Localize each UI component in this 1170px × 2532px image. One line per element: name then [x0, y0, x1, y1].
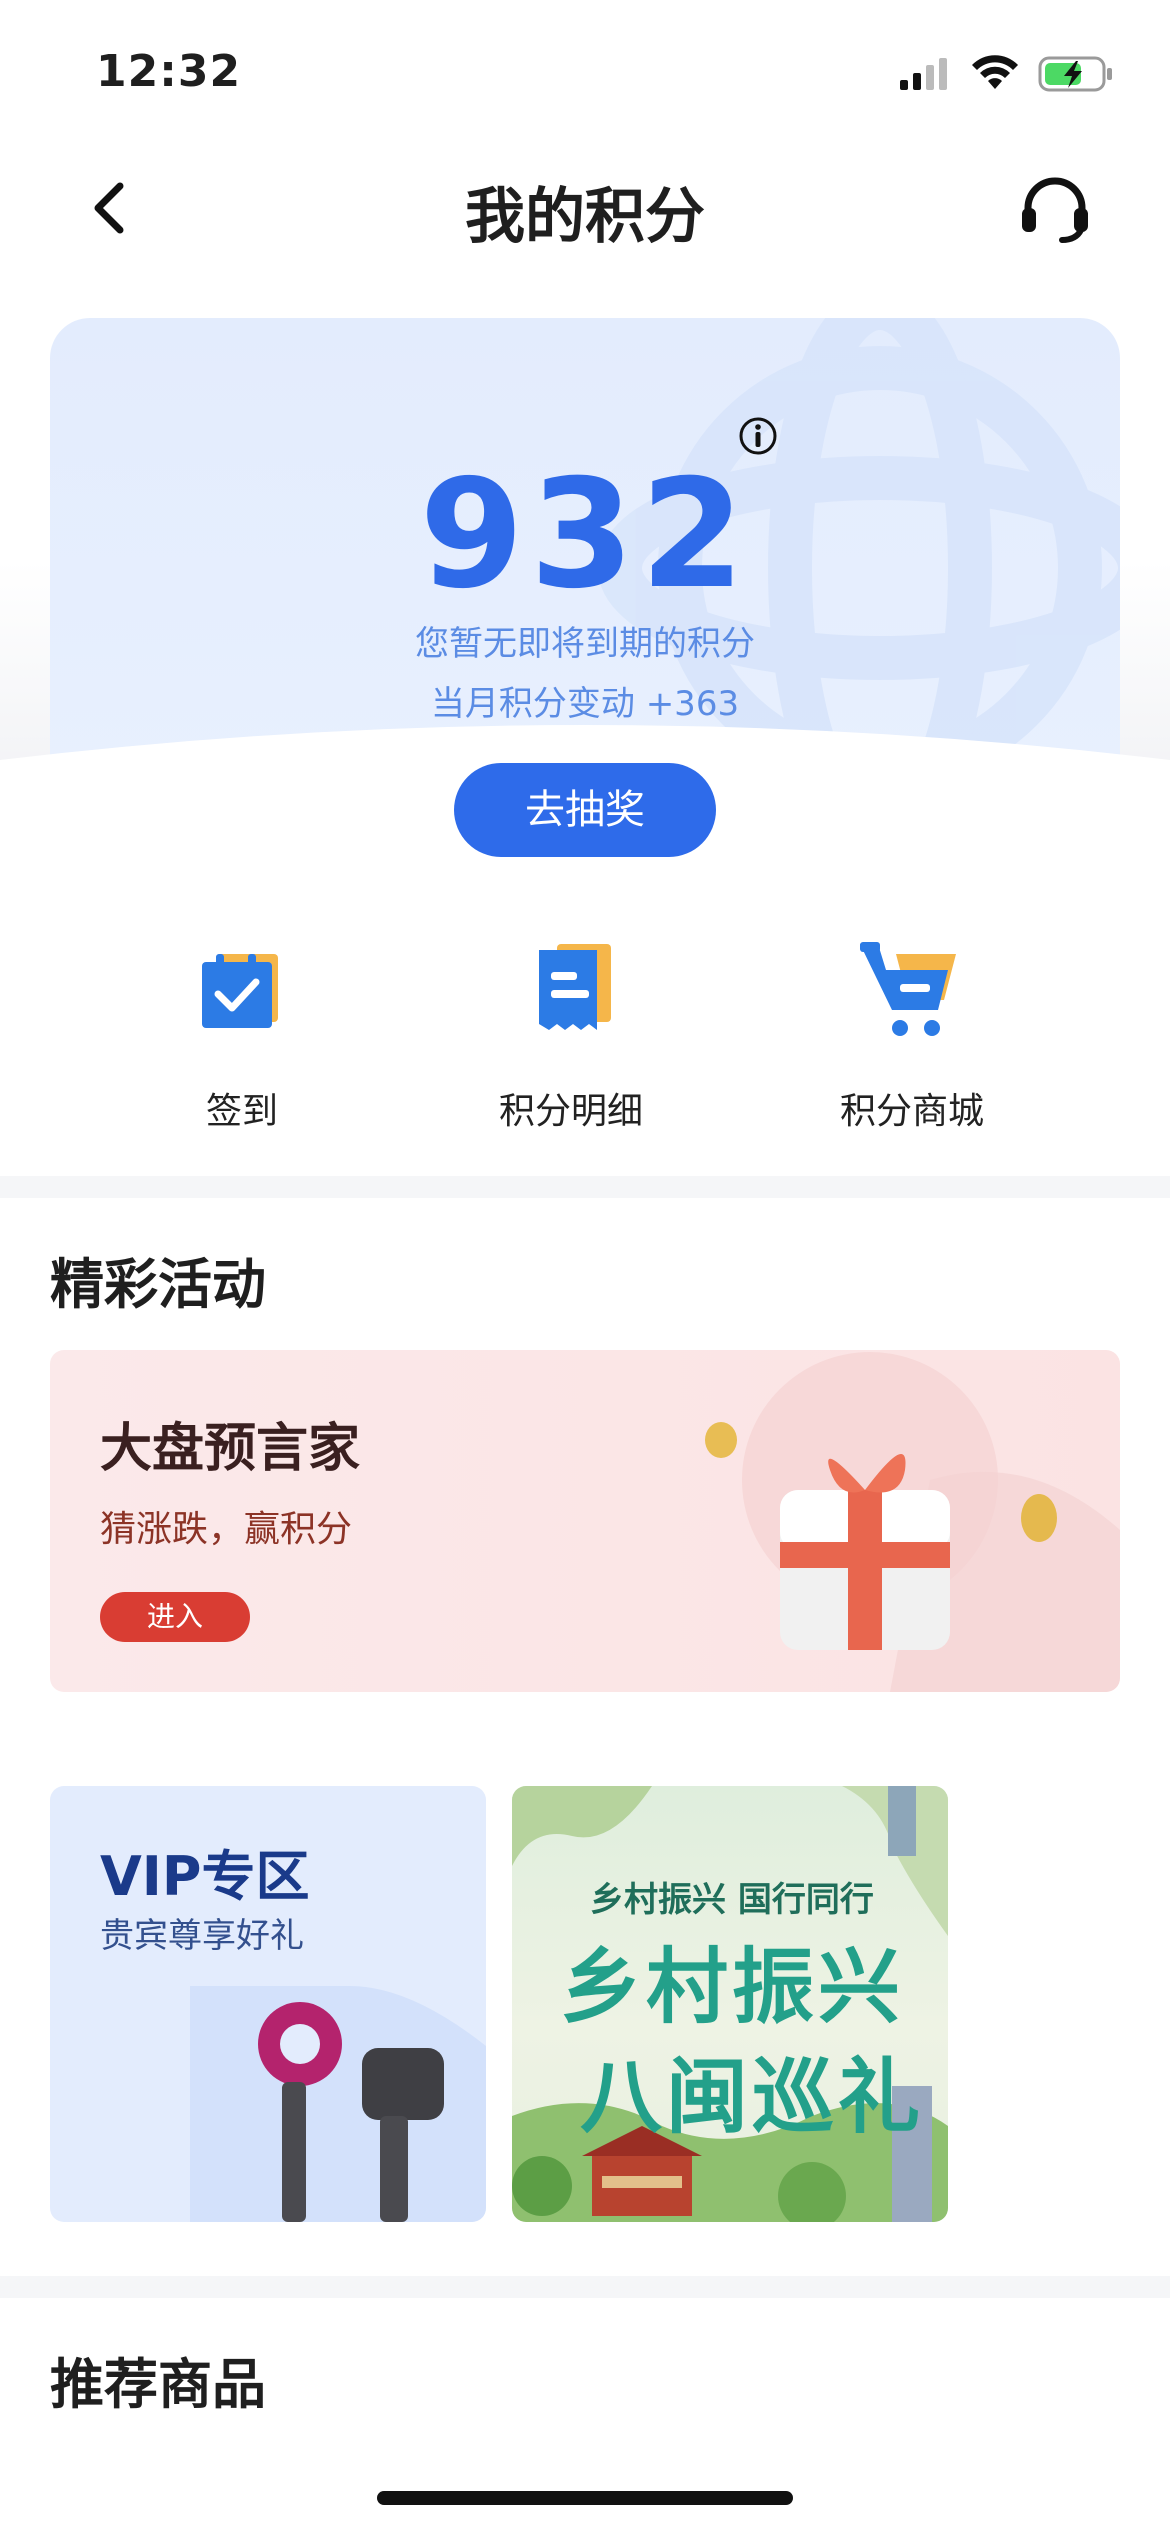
recommend-title: 推荐商品: [50, 2353, 266, 2416]
battery-charging-icon: [1038, 56, 1112, 92]
section-divider: [0, 1176, 1170, 1198]
village-top-text: 乡村振兴 国行同行: [590, 1880, 874, 1920]
receipt-icon: [539, 944, 611, 1030]
cellular-signal-icon: [900, 58, 947, 90]
info-icon: [739, 417, 777, 455]
status-icons: [898, 52, 1114, 96]
predict-title: 大盘预言家: [100, 1419, 361, 1479]
village-headline-1: 乡村振兴: [560, 1940, 905, 2035]
shopping-cart-icon: [860, 942, 956, 1036]
home-indicator: [377, 2491, 793, 2505]
entry-label: 签到: [205, 1091, 278, 1132]
expire-text: 您暂无即将到期的积分: [415, 624, 755, 664]
vip-subtitle: 贵宾尊享好礼: [100, 1916, 304, 1956]
enter-button[interactable]: 进入: [100, 1592, 250, 1642]
month-change-text: 当月积分变动 +363: [430, 684, 740, 724]
vip-title: VIP专区: [100, 1845, 310, 1908]
predict-subtitle: 猜涨跌，赢积分: [100, 1509, 353, 1550]
section-divider: [0, 2276, 1170, 2298]
entry-checkin[interactable]: 签到: [92, 930, 392, 1134]
headset-icon: [1022, 177, 1088, 243]
activities-title: 精彩活动: [50, 1253, 266, 1316]
entry-points-mall[interactable]: 积分商城: [762, 930, 1062, 1134]
village-headline-2: 八闽巡礼: [580, 2050, 925, 2145]
customer-service-button[interactable]: [1010, 168, 1100, 248]
entry-label: 积分商城: [839, 1091, 984, 1132]
points-value: 932: [419, 448, 751, 622]
entry-points-detail[interactable]: 积分明细: [421, 930, 721, 1134]
entry-label: 积分明细: [498, 1091, 643, 1132]
wifi-icon: [972, 55, 1018, 89]
points-info-button[interactable]: [736, 414, 780, 458]
status-time: 12:32: [96, 46, 242, 97]
page-title: 我的积分: [465, 182, 705, 252]
calendar-check-icon: [202, 954, 278, 1028]
lottery-button[interactable]: 去抽奖: [454, 763, 716, 857]
